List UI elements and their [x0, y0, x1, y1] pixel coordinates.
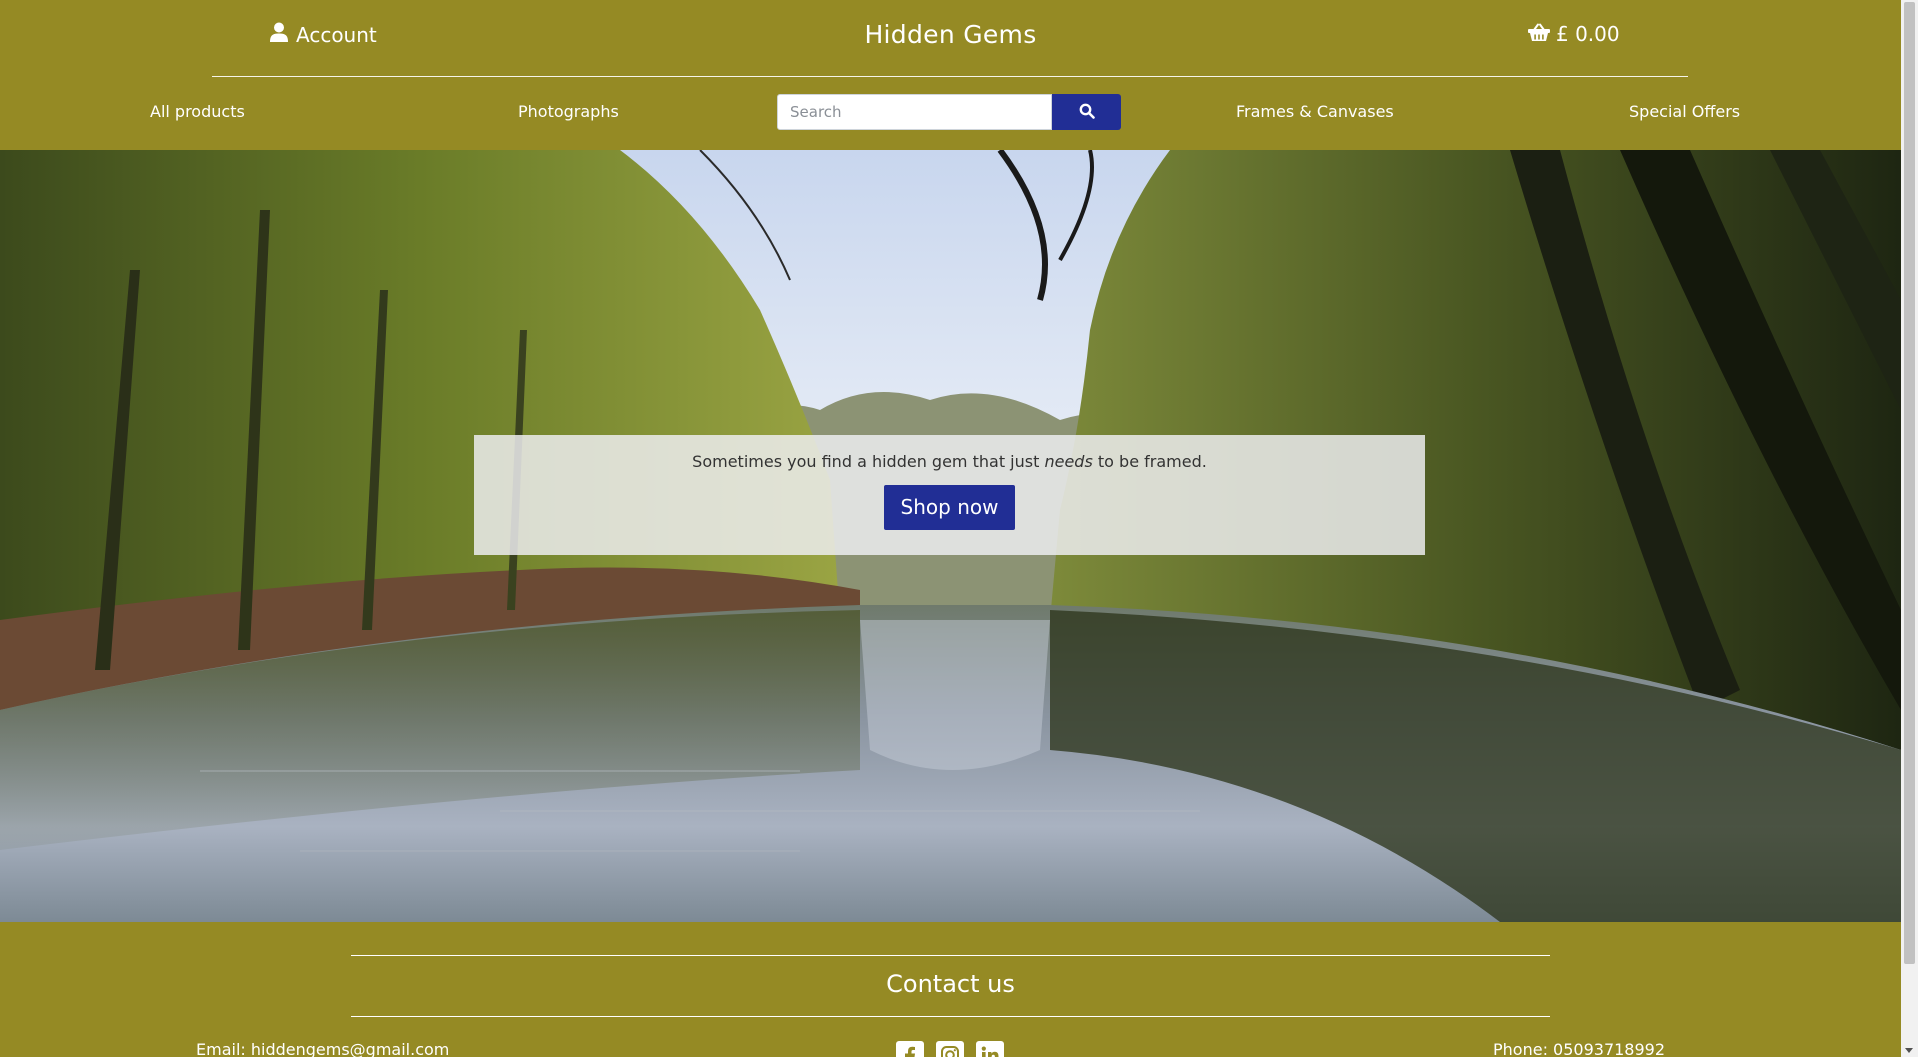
nav-photographs[interactable]: Photographs: [518, 102, 619, 121]
nav-all-products[interactable]: All products: [150, 102, 245, 121]
facebook-icon[interactable]: [896, 1041, 924, 1057]
linkedin-icon[interactable]: [976, 1041, 1004, 1057]
site-header: Account Hidden Gems £ 0.00 All products …: [0, 0, 1901, 150]
footer-divider-top: [351, 955, 1550, 956]
hero-tagline: Sometimes you find a hidden gem that jus…: [474, 452, 1425, 471]
top-bar: Account Hidden Gems £ 0.00: [0, 0, 1901, 77]
site-footer: Contact us Email: hiddengems@gmail.com P…: [0, 922, 1901, 1057]
instagram-icon[interactable]: [936, 1041, 964, 1057]
basket-icon: [1528, 22, 1550, 46]
tagline-start: Sometimes you find a hidden gem that jus…: [692, 452, 1040, 471]
search-icon: [1079, 103, 1095, 122]
search-form: [777, 94, 1121, 130]
social-links: [896, 1041, 1004, 1057]
shop-now-button[interactable]: Shop now: [883, 485, 1016, 530]
page: Account Hidden Gems £ 0.00 All products …: [0, 0, 1901, 1057]
footer-divider-bottom: [351, 1016, 1550, 1017]
tagline-end: to be framed.: [1097, 452, 1207, 471]
search-input[interactable]: [777, 94, 1052, 130]
nav-frames-canvases[interactable]: Frames & Canvases: [1236, 102, 1394, 121]
page-scrollbar[interactable]: [1901, 0, 1918, 1057]
contact-email[interactable]: Email: hiddengems@gmail.com: [196, 1040, 449, 1057]
nav-special-offers[interactable]: Special Offers: [1629, 102, 1740, 121]
hero-banner: Sometimes you find a hidden gem that jus…: [0, 150, 1901, 922]
search-button[interactable]: [1052, 94, 1121, 130]
contact-phone: Phone: 05093718992: [1493, 1040, 1666, 1057]
hero-panel: Sometimes you find a hidden gem that jus…: [474, 435, 1425, 555]
scrollbar-thumb[interactable]: [1904, 2, 1915, 964]
main-nav: All products Photographs Frames & Canvas…: [0, 94, 1901, 132]
basket-total: £ 0.00: [1556, 22, 1620, 46]
tagline-emphasis: needs: [1044, 452, 1093, 471]
scroll-down-arrow-icon[interactable]: [1905, 1048, 1913, 1053]
basket-link[interactable]: £ 0.00: [1528, 22, 1620, 46]
header-divider: [212, 76, 1688, 77]
contact-heading: Contact us: [886, 970, 1015, 998]
